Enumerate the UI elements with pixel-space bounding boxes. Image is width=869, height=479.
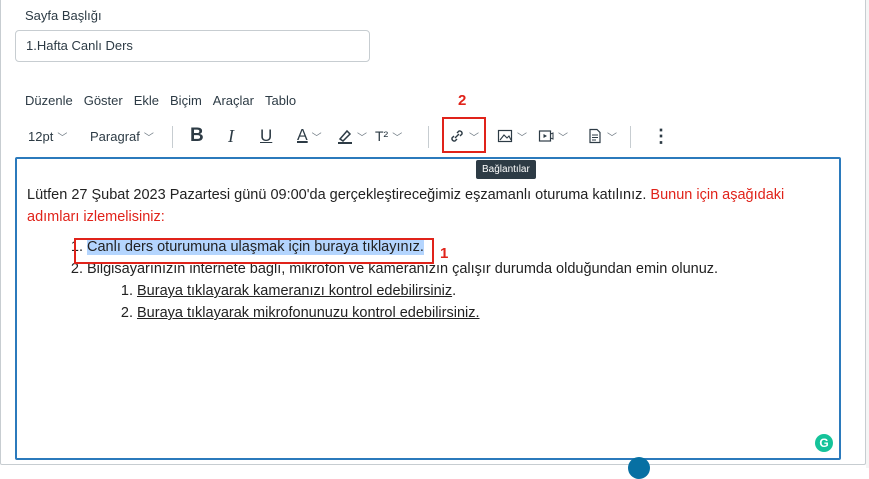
- annotation-number-1: 1: [440, 245, 449, 262]
- microphone-check-link[interactable]: Buraya tıklayarak mikrofonunuzu kontrol …: [137, 305, 480, 321]
- media-icon: [538, 130, 554, 142]
- page-title-label: Sayfa Başlığı: [25, 8, 102, 23]
- document-icon: [589, 128, 601, 144]
- menu-edit[interactable]: Düzenle: [25, 93, 73, 108]
- intro-text: Lütfen 27 Şubat 2023 Pazartesi günü 09:0…: [27, 187, 647, 203]
- chevron-down-icon: ﹀: [558, 132, 568, 144]
- link-button-annotation-box: [442, 117, 486, 153]
- chevron-down-icon: ﹀: [392, 132, 403, 144]
- chevron-down-icon: ﹀: [607, 132, 617, 144]
- superscript-button[interactable]: T² ﹀: [375, 118, 402, 154]
- toolbar-separator: [630, 126, 631, 148]
- image-icon: [497, 129, 513, 143]
- underline-button[interactable]: U: [260, 118, 272, 154]
- menu-insert[interactable]: Ekle: [134, 93, 159, 108]
- selection-annotation-box: [74, 238, 434, 264]
- chevron-down-icon: ﹀: [357, 132, 367, 144]
- chevron-down-icon: ﹀: [143, 132, 154, 144]
- toolbar-separator: [428, 126, 429, 148]
- menu-format[interactable]: Biçim: [170, 93, 202, 108]
- image-button[interactable]: ﹀: [497, 118, 527, 154]
- menu-tools[interactable]: Araçlar: [213, 93, 254, 108]
- chevron-down-icon: ﹀: [517, 132, 527, 144]
- highlighter-icon: [338, 129, 352, 144]
- chevron-down-icon: ﹀: [311, 132, 322, 144]
- menu-table[interactable]: Tablo: [265, 93, 296, 108]
- media-button[interactable]: ﹀: [538, 118, 568, 154]
- toolbar-separator: [172, 126, 173, 148]
- font-size-select[interactable]: 12pt ﹀: [28, 118, 67, 154]
- menu-view[interactable]: Göster: [84, 93, 123, 108]
- list-item: Buraya tıklayarak mikrofonunuzu kontrol …: [137, 302, 827, 324]
- chevron-down-icon: ﹀: [57, 132, 68, 144]
- editor-menubar: Düzenle Göster Ekle Biçim Araçlar Tablo: [25, 93, 307, 108]
- list-item: Bilgisayarınızın internete bağlı, mikrof…: [87, 258, 827, 324]
- grammarly-icon[interactable]: G: [815, 434, 833, 452]
- sub-steps-list: Buraya tıklayarak kameranızı kontrol ede…: [87, 280, 827, 324]
- intro-paragraph: Lütfen 27 Şubat 2023 Pazartesi günü 09:0…: [27, 184, 827, 228]
- list-item: Buraya tıklayarak kameranızı kontrol ede…: [137, 280, 827, 302]
- italic-button[interactable]: I: [228, 118, 234, 154]
- page-title-input[interactable]: 1.Hafta Canlı Ders: [15, 30, 370, 62]
- rich-text-editor[interactable]: Lütfen 27 Şubat 2023 Pazartesi günü 09:0…: [15, 157, 841, 460]
- document-button[interactable]: ﹀: [587, 118, 617, 154]
- camera-check-link[interactable]: Buraya tıklayarak kameranızı kontrol ede…: [137, 283, 452, 299]
- block-format-select[interactable]: Paragraf ﹀: [90, 118, 154, 154]
- bold-button[interactable]: B: [190, 118, 204, 154]
- text-color-button[interactable]: A ﹀: [297, 118, 322, 154]
- highlight-color-button[interactable]: ﹀: [337, 118, 367, 154]
- annotation-number-2: 2: [458, 92, 467, 109]
- help-bubble-icon[interactable]: [628, 457, 650, 479]
- editor-toolbar: 12pt ﹀ Paragraf ﹀ B I U A ﹀ ﹀ T² ﹀ ﹀ ﹀ ﹀ ﹀ ⋮: [15, 118, 715, 154]
- list-item-text: .: [452, 283, 457, 299]
- more-options-button[interactable]: ⋮: [652, 118, 670, 154]
